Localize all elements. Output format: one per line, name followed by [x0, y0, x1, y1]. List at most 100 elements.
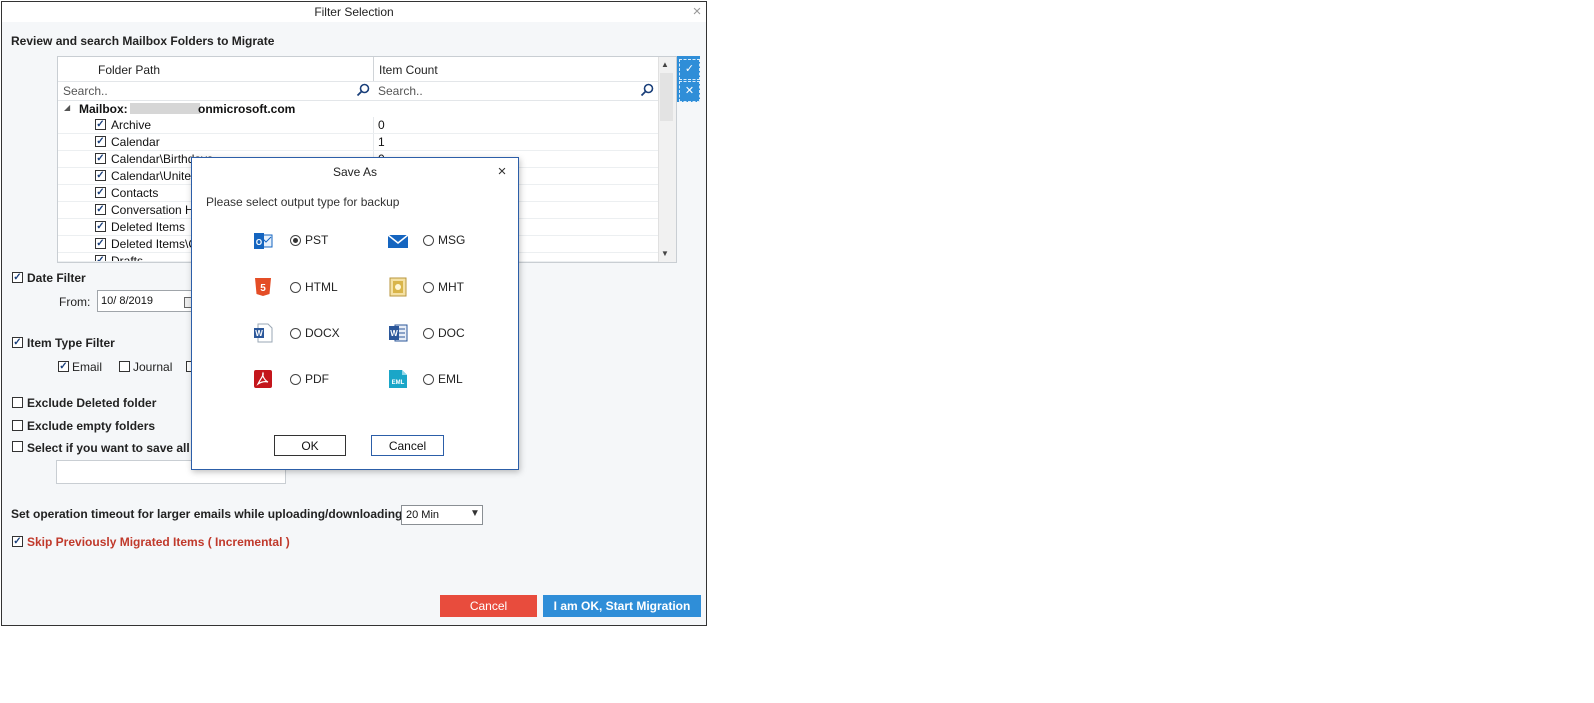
folder-checkbox[interactable]: [95, 170, 106, 181]
exclude-empty-checkbox[interactable]: [12, 420, 23, 431]
msg-label: MSG: [438, 233, 466, 247]
folder-name: Drafts: [111, 254, 144, 262]
folder-row[interactable]: Calendar 1: [58, 134, 658, 151]
html-radio[interactable]: [290, 282, 301, 293]
doc-label: DOC: [438, 326, 465, 340]
folder-name: Contacts: [111, 186, 159, 200]
dialog-title: Save As: [332, 165, 378, 179]
item-type-filter-checkbox[interactable]: [12, 337, 23, 348]
svg-text:EML: EML: [392, 380, 405, 386]
column-folder-path[interactable]: Folder Path: [98, 63, 160, 77]
window-close-icon[interactable]: ×: [690, 4, 704, 20]
word-icon: W: [389, 324, 408, 342]
chevron-down-icon: ▼: [470, 508, 480, 519]
column-divider: [373, 57, 374, 81]
eml-icon: EML: [389, 370, 407, 388]
folder-search-input[interactable]: [59, 82, 357, 100]
save-all-checkbox[interactable]: [12, 441, 23, 452]
pst-radio[interactable]: [290, 235, 301, 246]
folder-row[interactable]: Archive 0: [58, 117, 658, 134]
cell-divider: [373, 117, 374, 133]
pst-label: PST: [305, 233, 329, 247]
folder-checkbox[interactable]: [95, 238, 106, 249]
docx-radio[interactable]: [290, 328, 301, 339]
eml-label: EML: [438, 372, 463, 386]
journal-checkbox[interactable]: [119, 361, 130, 372]
pdf-label: PDF: [305, 372, 329, 386]
skip-migrated-label: Skip Previously Migrated Items ( Increme…: [27, 535, 290, 549]
email-checkbox[interactable]: [58, 361, 69, 372]
docx-label: DOCX: [305, 326, 340, 340]
collapse-triangle-icon[interactable]: ◢: [64, 103, 70, 112]
svg-text:W: W: [255, 329, 263, 338]
doc-radio[interactable]: [423, 328, 434, 339]
count-search-input[interactable]: [374, 82, 642, 100]
search-icon: [356, 83, 370, 97]
scroll-down-arrow-icon[interactable]: ▼: [661, 249, 669, 258]
search-icon: [640, 83, 654, 97]
scroll-up-arrow-icon[interactable]: ▲: [661, 60, 669, 69]
svg-text:W: W: [390, 329, 398, 338]
grid-header: Folder Path Item Count: [58, 57, 658, 81]
folder-checkbox[interactable]: [95, 153, 106, 164]
mht-label: MHT: [438, 280, 464, 294]
pdf-icon: [254, 370, 272, 388]
pdf-radio[interactable]: [290, 374, 301, 385]
skip-migrated-checkbox[interactable]: [12, 536, 23, 547]
svg-text:5: 5: [260, 283, 266, 294]
save-as-dialog: Save As × Please select output type for …: [191, 157, 519, 470]
folder-count: 1: [378, 135, 385, 149]
item-type-filter-label: Item Type Filter: [27, 336, 115, 350]
cell-divider: [373, 134, 374, 150]
select-all-icon[interactable]: ✓: [679, 59, 700, 80]
html-label: HTML: [305, 280, 338, 294]
cancel-button[interactable]: Cancel: [440, 595, 537, 617]
folder-checkbox[interactable]: [95, 119, 106, 130]
dialog-prompt: Please select output type for backup: [206, 195, 400, 209]
timeout-value: 20 Min: [406, 509, 440, 521]
folder-checkbox[interactable]: [95, 255, 106, 261]
column-item-count[interactable]: Item Count: [379, 63, 438, 77]
folder-name: Archive: [111, 118, 152, 132]
ok-button[interactable]: OK: [274, 435, 346, 456]
from-label: From:: [59, 295, 91, 309]
folder-checkbox[interactable]: [95, 204, 106, 215]
from-date-input[interactable]: 10/ 8/2019: [97, 290, 194, 312]
dialog-close-icon[interactable]: ×: [492, 162, 512, 182]
redacted-mailbox-name: [130, 103, 200, 114]
exclude-empty-label: Exclude empty folders: [27, 419, 156, 433]
mht-icon: [389, 277, 407, 297]
grid-search-row: [58, 81, 658, 101]
scrollbar-thumb[interactable]: [660, 73, 673, 121]
exclude-deleted-label: Exclude Deleted folder: [27, 396, 157, 410]
folder-count: 0: [378, 118, 385, 132]
folder-name: Deleted Items: [111, 220, 186, 234]
envelope-icon: [388, 234, 408, 248]
dialog-cancel-button[interactable]: Cancel: [371, 435, 444, 456]
svg-text:O: O: [256, 238, 262, 247]
date-filter-label: Date Filter: [27, 271, 86, 285]
mht-radio[interactable]: [423, 282, 434, 293]
section-title: Review and search Mailbox Folders to Mig…: [11, 34, 275, 48]
folder-checkbox[interactable]: [95, 187, 106, 198]
window-title: Filter Selection: [2, 2, 706, 22]
exclude-deleted-checkbox[interactable]: [12, 397, 23, 408]
msg-radio[interactable]: [423, 235, 434, 246]
eml-radio[interactable]: [423, 374, 434, 385]
html5-icon: 5: [255, 278, 271, 296]
folder-checkbox[interactable]: [95, 221, 106, 232]
timeout-select[interactable]: 20 Min ▼: [401, 505, 483, 525]
mailbox-label: Mailbox:: [79, 102, 128, 116]
mailbox-node[interactable]: ◢ Mailbox: onmicrosoft.com: [58, 100, 658, 117]
deselect-all-icon[interactable]: ✕: [679, 81, 700, 102]
from-date-value: 10/ 8/2019: [101, 295, 153, 307]
docx-icon: W: [254, 323, 273, 343]
folder-name: Calendar: [111, 135, 160, 149]
folder-checkbox[interactable]: [95, 136, 106, 147]
journal-label: Journal: [133, 360, 173, 374]
selection-toolbar: ✓ ✕: [677, 56, 700, 102]
outlook-icon: O: [254, 233, 273, 249]
date-filter-checkbox[interactable]: [12, 272, 23, 283]
folder-name: Deleted Items\Ca: [111, 237, 204, 251]
start-migration-button[interactable]: I am OK, Start Migration: [543, 595, 701, 617]
